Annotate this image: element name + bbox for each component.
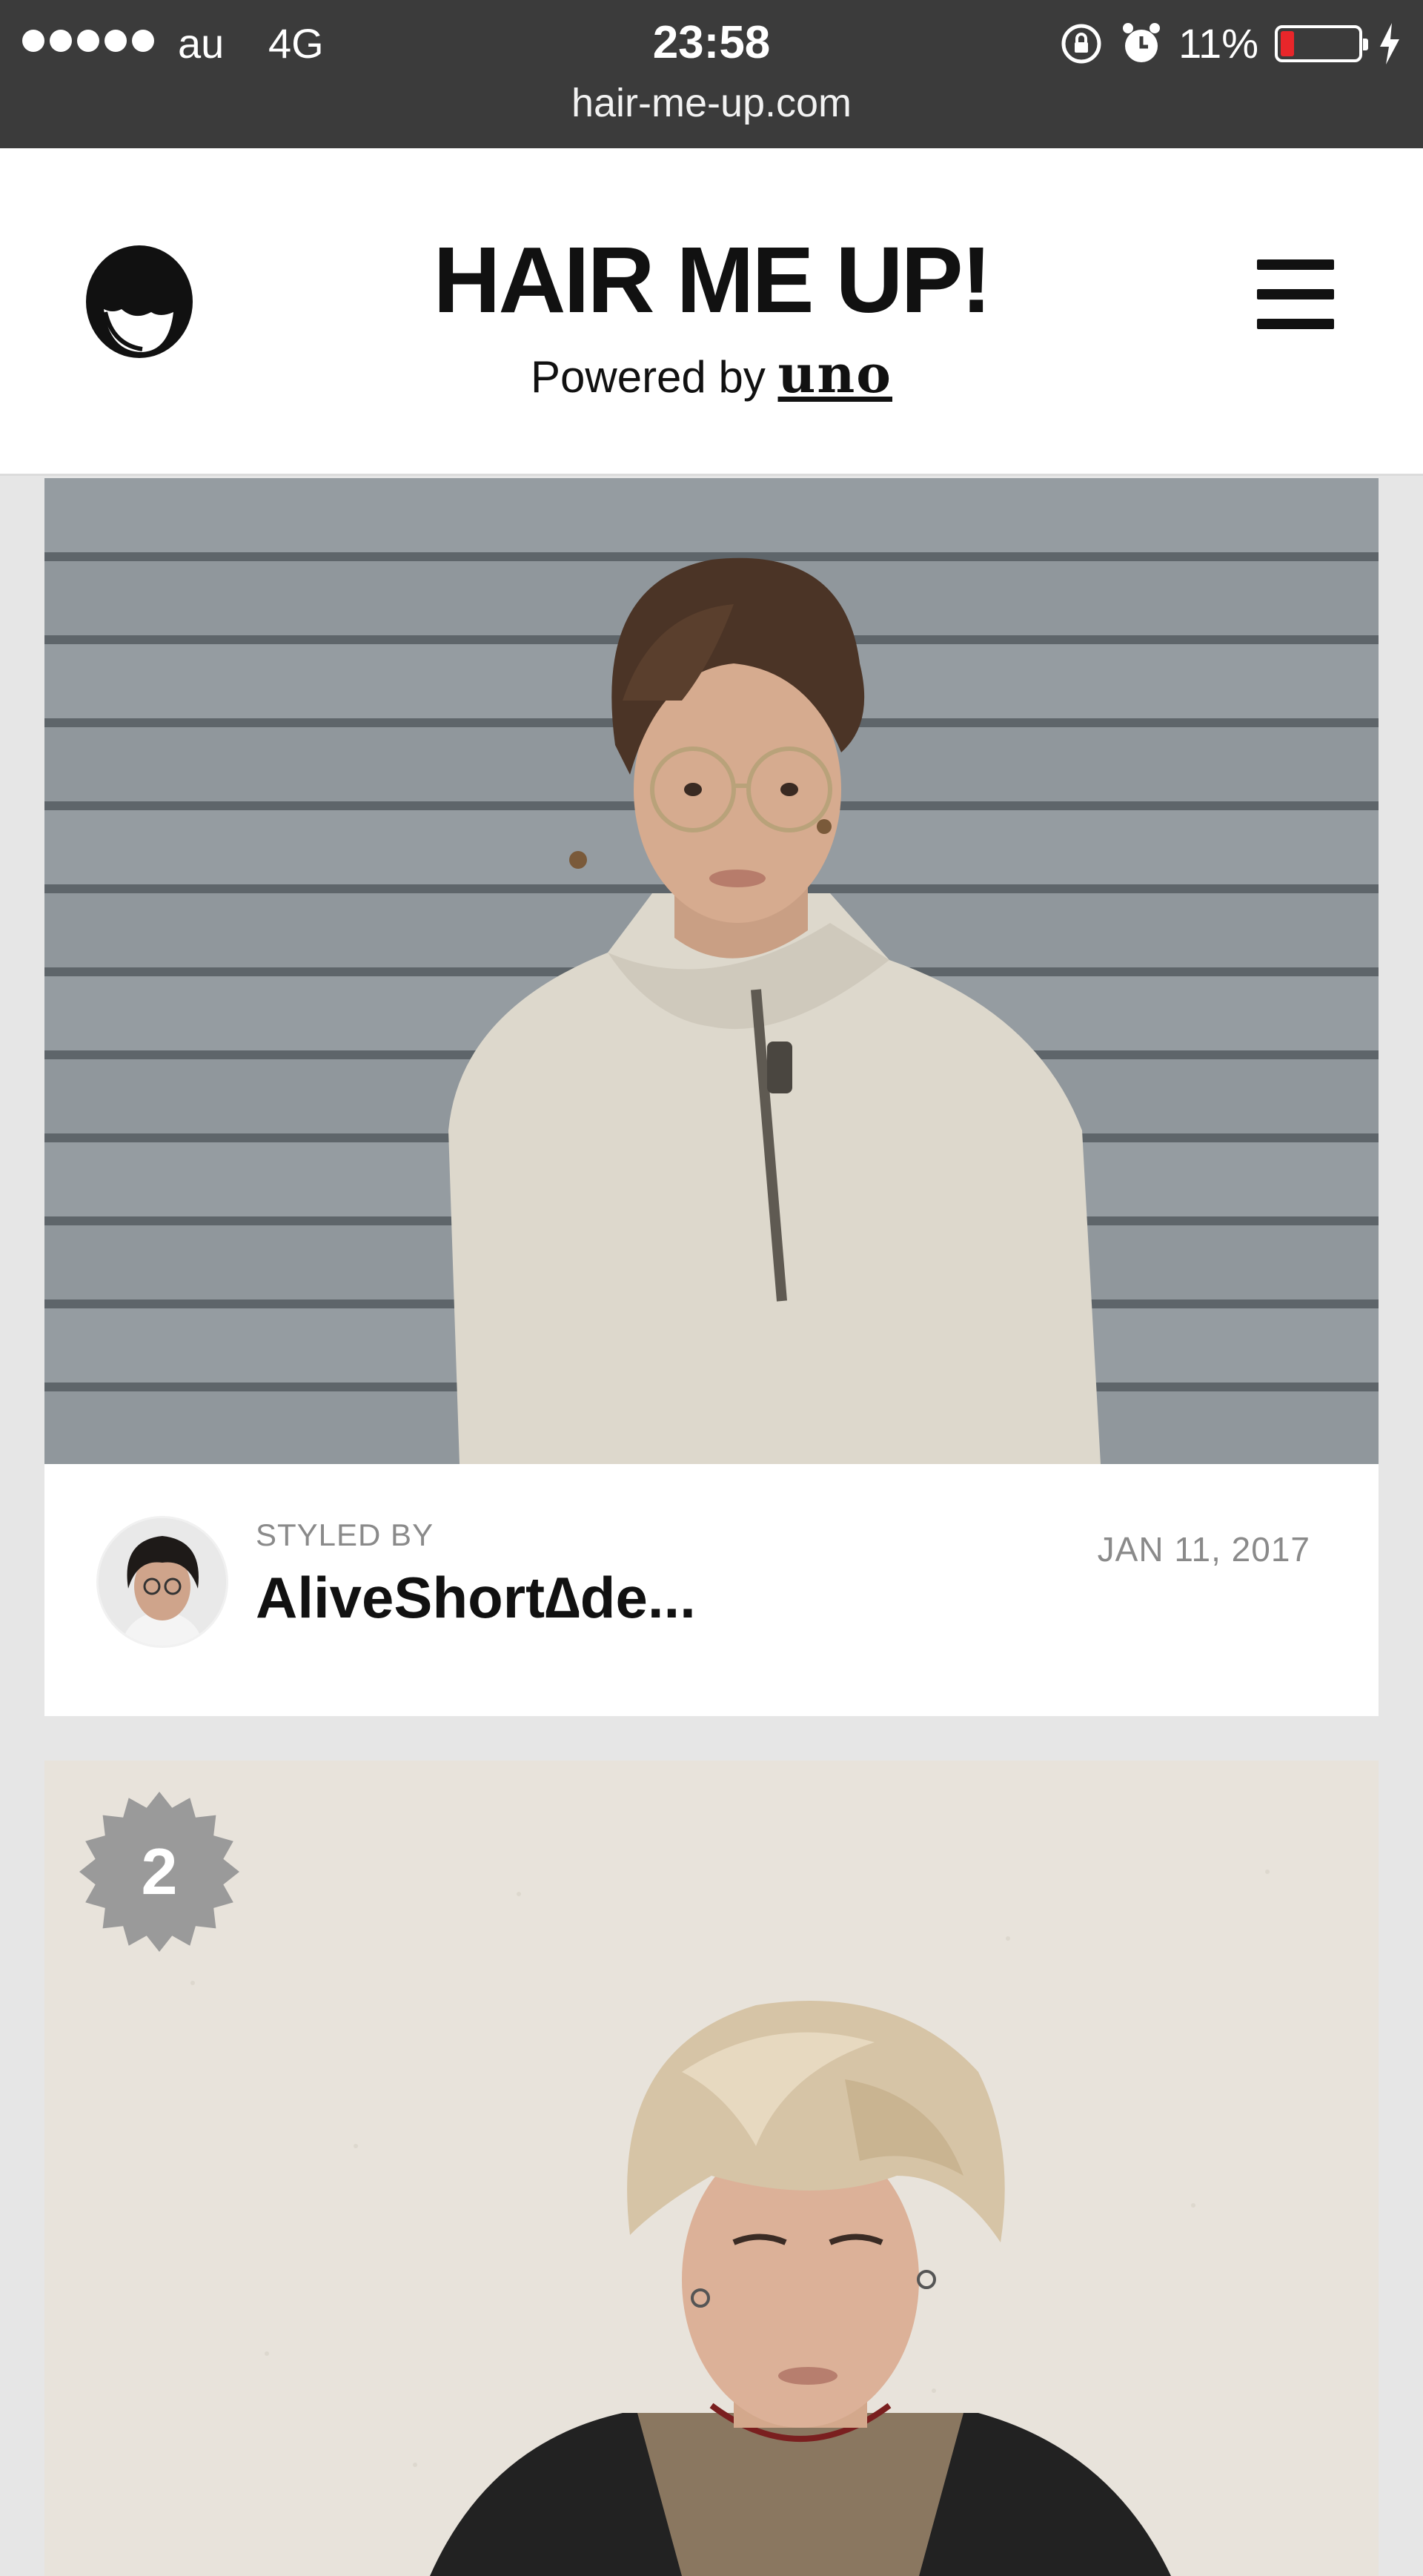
post-date: JAN 11, 2017 (1097, 1530, 1310, 1569)
rank-badge: 2 (78, 1790, 241, 1953)
powered-by-label: Powered by (530, 352, 766, 402)
style-card[interactable]: 2 (44, 1761, 1379, 2576)
card-meta: STYLED BY AliveShort∆de... JAN 11, 2017 (44, 1464, 1379, 1716)
rotation-lock-icon (1058, 21, 1104, 67)
brand-title: HAIR ME UP! (433, 228, 992, 332)
rank-number: 2 (141, 1835, 178, 1908)
styled-by-label: STYLED BY (256, 1517, 434, 1552)
powered-by: Powered by uno (0, 343, 1423, 405)
hairstyle-photo[interactable] (44, 1761, 1379, 2576)
avatar[interactable] (96, 1516, 228, 1648)
style-card[interactable]: STYLED BY AliveShort∆de... JAN 11, 2017 (44, 478, 1379, 1716)
brand[interactable]: HAIR ME UP! Powered by uno (0, 234, 1423, 405)
charging-bolt-icon (1379, 22, 1401, 64)
hamburger-menu-icon[interactable] (1257, 259, 1334, 329)
site-header: HAIR ME UP! Powered by uno (0, 148, 1423, 476)
status-bar: au 4G 23:58 11% hair-me-up.com (0, 0, 1423, 148)
alarm-icon (1121, 21, 1162, 66)
stylist-name[interactable]: AliveShort∆de... (256, 1564, 696, 1632)
battery-percent: 11% (1178, 20, 1258, 67)
address-bar-url[interactable]: hair-me-up.com (0, 80, 1423, 126)
uno-logo: uno (777, 343, 892, 405)
hairstyle-photo[interactable] (44, 478, 1379, 1464)
battery-icon (1275, 24, 1368, 62)
